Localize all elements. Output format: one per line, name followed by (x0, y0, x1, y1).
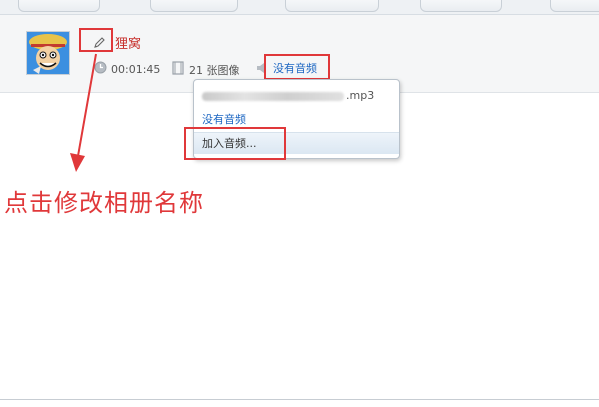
annotation-arrow (70, 53, 97, 172)
blurred-filename (202, 91, 344, 101)
audio-track-option[interactable]: .mp3 (194, 85, 399, 107)
add-audio-highlight (184, 127, 286, 160)
annotation-text: 点击修改相册名称 (4, 189, 204, 217)
pencil-icon[interactable] (92, 35, 106, 49)
arrow-head-icon (70, 153, 85, 172)
album-photo-count: 21 张图像 (171, 61, 240, 78)
bottom-divider (0, 399, 599, 400)
audio-select-link[interactable]: 没有音频 (273, 60, 317, 76)
toolbar-button[interactable] (285, 0, 379, 12)
toolbar-button[interactable] (150, 0, 238, 12)
toolbar-button[interactable] (420, 0, 502, 12)
photo-count-text: 21 张图像 (189, 63, 240, 77)
top-toolbar (0, 0, 599, 15)
toolbar-button[interactable] (550, 0, 599, 12)
toolbar-button[interactable] (18, 0, 100, 12)
album-name[interactable]: 狸窝 (115, 33, 141, 52)
film-icon (171, 61, 185, 78)
duration-text: 00:01:45 (111, 62, 161, 76)
